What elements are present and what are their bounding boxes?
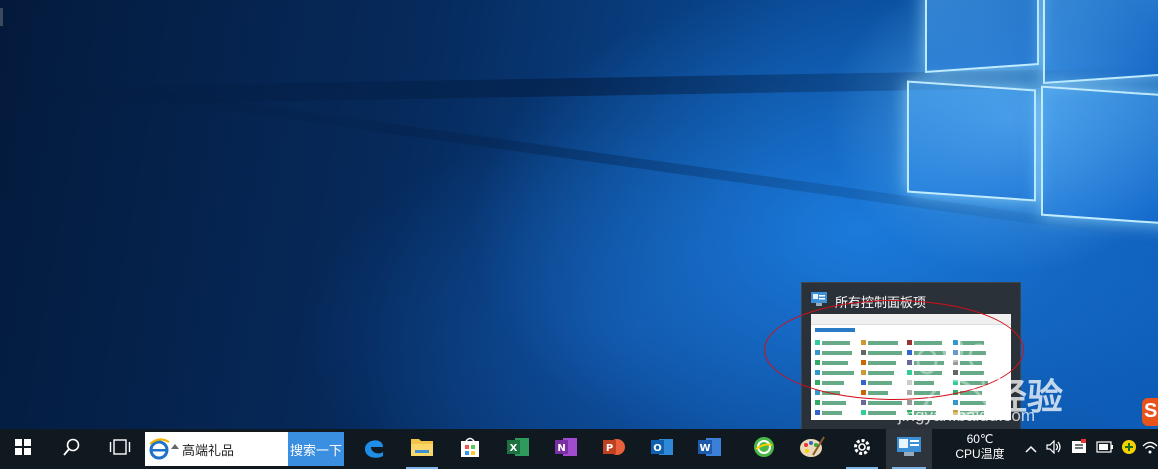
taskbar-app-paint[interactable] <box>790 429 834 469</box>
start-button[interactable] <box>0 429 46 469</box>
onenote-icon: N <box>554 436 578 463</box>
search-input[interactable] <box>182 439 287 459</box>
toolbar-search-box: 搜索一下 <box>145 432 344 466</box>
search-engine-dropdown-arrow[interactable] <box>171 444 179 449</box>
taskbar-app-file-explorer[interactable] <box>400 429 444 469</box>
speaker-icon <box>1046 439 1062 459</box>
word-icon: W <box>697 436 723 463</box>
show-hidden-icons-button[interactable] <box>1020 429 1042 469</box>
taskbar-app-outlook[interactable]: O <box>640 429 684 469</box>
cortana-search-button[interactable] <box>50 429 94 469</box>
ie-icon[interactable] <box>148 438 170 460</box>
chevron-up-icon <box>1025 440 1037 458</box>
notification-icon <box>1071 438 1087 460</box>
control-panel-icon <box>811 292 827 306</box>
cpu-temperature-label: CPU温度 <box>955 447 1005 461</box>
cpu-temperature-widget[interactable]: 60℃ CPU温度 <box>950 432 1010 462</box>
start-icon <box>15 438 31 460</box>
desktop-edge-handle <box>0 8 3 26</box>
svg-text:N: N <box>557 443 565 454</box>
powerpoint-icon: P <box>602 436 626 463</box>
settings-icon <box>852 437 872 462</box>
task-view-icon <box>109 438 131 460</box>
taskbar-app-settings[interactable] <box>840 429 884 469</box>
thumbnail-heading <box>815 328 855 332</box>
search-submit-button[interactable]: 搜索一下 <box>288 432 344 466</box>
store-icon <box>459 436 481 463</box>
edge-icon <box>362 435 386 464</box>
excel-icon: X <box>506 436 530 463</box>
taskbar-app-360-browser[interactable] <box>742 429 786 469</box>
svg-text:O: O <box>653 443 662 454</box>
volume-button[interactable] <box>1043 429 1065 469</box>
taskbar-app-control-panel[interactable] <box>886 429 932 469</box>
sogou-ime-icon[interactable]: S <box>1142 398 1158 426</box>
preview-window-title: 所有控制面板项 <box>835 295 927 310</box>
battery-icon <box>1096 440 1114 458</box>
paint-icon <box>799 435 825 464</box>
file-explorer-icon <box>410 436 434 463</box>
search-icon <box>63 438 81 461</box>
taskbar-app-edge[interactable] <box>352 429 396 469</box>
task-view-button[interactable] <box>98 429 142 469</box>
outlook-icon: O <box>650 436 674 463</box>
thumbnail-address-bar <box>811 314 1011 325</box>
svg-text:X: X <box>510 443 518 454</box>
taskbar-app-powerpoint[interactable]: P <box>592 429 636 469</box>
taskbar-app-store[interactable] <box>448 429 492 469</box>
wifi-icon <box>1142 440 1158 459</box>
taskbar-app-excel[interactable]: X <box>496 429 540 469</box>
360-browser-icon <box>752 435 776 464</box>
battery-button[interactable] <box>1093 429 1117 469</box>
svg-text:W: W <box>699 443 710 454</box>
control-panel-icon <box>897 436 921 462</box>
plus-circle-icon <box>1121 439 1137 460</box>
taskbar-app-onenote[interactable]: N <box>544 429 588 469</box>
windows-logo-graphic <box>875 0 1158 240</box>
svg-text:P: P <box>606 443 613 454</box>
action-center-button[interactable] <box>1068 429 1090 469</box>
taskbar-app-word[interactable]: W <box>688 429 732 469</box>
network-button[interactable] <box>1141 429 1158 469</box>
tray-app-button[interactable] <box>1118 429 1140 469</box>
watermark-url: jingyan.baidu.com <box>898 406 1036 425</box>
cpu-temperature-value: 60℃ <box>966 432 994 446</box>
